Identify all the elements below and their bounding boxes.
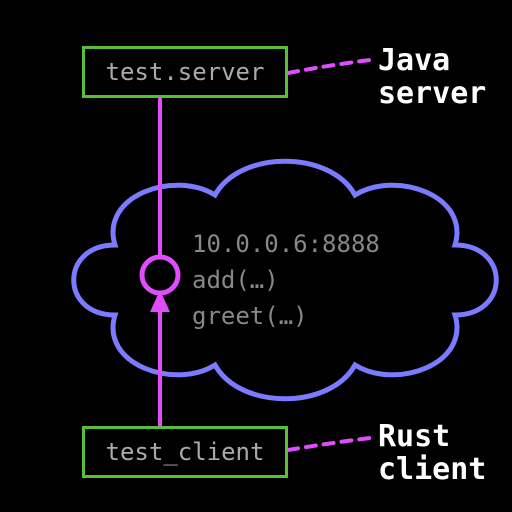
client-box-label: test_client	[106, 440, 265, 464]
server-box: test.server	[82, 46, 288, 98]
client-label-l2: client	[378, 452, 486, 487]
client-label-l1: Rust	[378, 419, 450, 454]
leader-client	[288, 438, 370, 450]
client-box: test_client	[82, 426, 288, 478]
cloud-contents: 10.0.0.6:8888 add(…) greet(…)	[192, 226, 380, 334]
cloud-method-2: greet(…)	[192, 298, 380, 334]
server-label-l2: server	[378, 76, 486, 111]
server-box-label: test.server	[106, 60, 265, 84]
cloud-method-1: add(…)	[192, 262, 380, 298]
client-label: Rust client	[378, 420, 486, 486]
leader-server	[288, 60, 370, 73]
port-icon	[142, 257, 178, 293]
server-label-l1: Java	[378, 43, 450, 78]
server-label: Java server	[378, 44, 486, 110]
cloud-address: 10.0.0.6:8888	[192, 226, 380, 262]
